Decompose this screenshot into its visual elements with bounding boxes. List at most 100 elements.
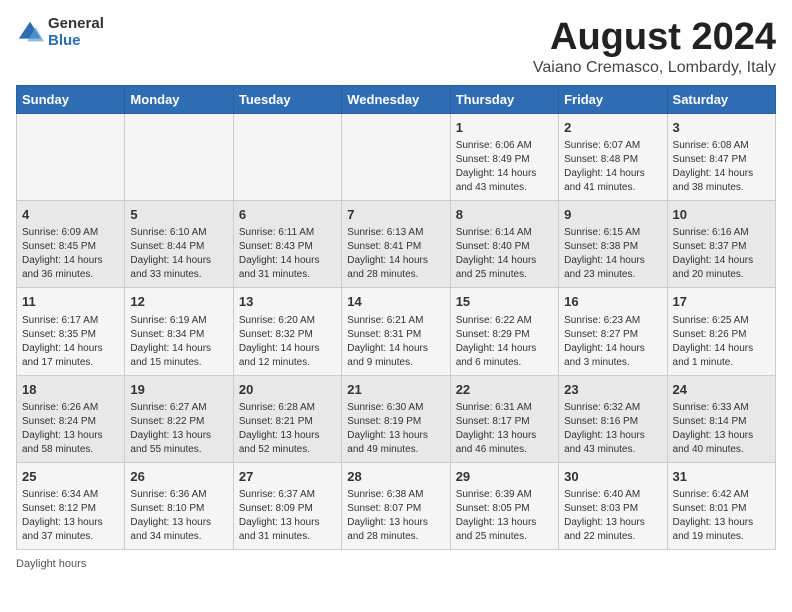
calendar-cell: 28 Sunrise: 6:38 AM Sunset: 8:07 PM Dayli… [342, 462, 450, 549]
day-number: 5 [130, 206, 227, 224]
calendar-cell: 18Sunrise: 6:26 AM Sunset: 8:24 PM Dayli… [17, 375, 125, 462]
day-number: 22 [456, 381, 553, 399]
calendar-cell: 29 Sunrise: 6:39 AM Sunset: 8:05 PM Dayli… [450, 462, 558, 549]
day-number: 19 [130, 381, 227, 399]
day-info: Sunrise: 6:17 AM Sunset: 8:35 PM Dayligh… [22, 314, 119, 370]
calendar-cell: 10 Sunrise: 6:16 AM Sunset: 8:37 PM Dayli… [667, 201, 775, 288]
calendar-cell: 19 Sunrise: 6:27 AM Sunset: 8:22 PM Dayli… [125, 375, 233, 462]
calendar-cell: 30 Sunrise: 6:40 AM Sunset: 8:03 PM Dayli… [559, 462, 667, 549]
day-info: Sunrise: 6:33 AM Sunset: 8:14 PM Dayligh… [673, 401, 770, 457]
footer-text: Daylight hours [16, 558, 86, 570]
header-day-friday: Friday [559, 86, 667, 114]
day-number: 18 [22, 381, 119, 399]
day-number: 7 [347, 206, 444, 224]
calendar-cell [125, 114, 233, 201]
day-number: 30 [564, 468, 661, 486]
calendar-cell: 22 Sunrise: 6:31 AM Sunset: 8:17 PM Dayli… [450, 375, 558, 462]
day-number: 21 [347, 381, 444, 399]
day-number: 2 [564, 119, 661, 137]
logo: General Blue [16, 16, 104, 49]
header-row: SundayMondayTuesdayWednesdayThursdayFrid… [17, 86, 776, 114]
day-info: Sunrise: 6:16 AM Sunset: 8:37 PM Dayligh… [673, 226, 770, 282]
header-day-tuesday: Tuesday [233, 86, 341, 114]
calendar-cell: 21 Sunrise: 6:30 AM Sunset: 8:19 PM Dayli… [342, 375, 450, 462]
day-number: 23 [564, 381, 661, 399]
calendar-cell: 25 Sunrise: 6:34 AM Sunset: 8:12 PM Dayli… [17, 462, 125, 549]
day-number: 17 [673, 293, 770, 311]
calendar-cell: 24Sunrise: 6:33 AM Sunset: 8:14 PM Dayli… [667, 375, 775, 462]
day-number: 15 [456, 293, 553, 311]
day-number: 25 [22, 468, 119, 486]
week-row-3: 18Sunrise: 6:26 AM Sunset: 8:24 PM Dayli… [17, 375, 776, 462]
logo-icon [16, 19, 44, 47]
day-number: 6 [239, 206, 336, 224]
calendar-cell: 20 Sunrise: 6:28 AM Sunset: 8:21 PM Dayli… [233, 375, 341, 462]
day-number: 12 [130, 293, 227, 311]
day-number: 13 [239, 293, 336, 311]
day-info: Sunrise: 6:11 AM Sunset: 8:43 PM Dayligh… [239, 226, 336, 282]
calendar-header: SundayMondayTuesdayWednesdayThursdayFrid… [17, 86, 776, 114]
calendar-cell: 17Sunrise: 6:25 AM Sunset: 8:26 PM Dayli… [667, 288, 775, 375]
header-day-saturday: Saturday [667, 86, 775, 114]
day-number: 29 [456, 468, 553, 486]
day-info: Sunrise: 6:06 AM Sunset: 8:49 PM Dayligh… [456, 139, 553, 195]
calendar-cell: 26 Sunrise: 6:36 AM Sunset: 8:10 PM Dayli… [125, 462, 233, 549]
calendar-cell: 7 Sunrise: 6:13 AM Sunset: 8:41 PM Daylig… [342, 201, 450, 288]
day-number: 27 [239, 468, 336, 486]
logo-blue-text: Blue [48, 33, 104, 50]
day-info: Sunrise: 6:27 AM Sunset: 8:22 PM Dayligh… [130, 401, 227, 457]
day-number: 3 [673, 119, 770, 137]
subtitle: Vaiano Cremasco, Lombardy, Italy [533, 59, 776, 77]
day-info: Sunrise: 6:22 AM Sunset: 8:29 PM Dayligh… [456, 314, 553, 370]
day-info: Sunrise: 6:09 AM Sunset: 8:45 PM Dayligh… [22, 226, 119, 282]
calendar-cell [233, 114, 341, 201]
day-number: 26 [130, 468, 227, 486]
calendar-cell: 15 Sunrise: 6:22 AM Sunset: 8:29 PM Dayli… [450, 288, 558, 375]
header-day-monday: Monday [125, 86, 233, 114]
day-number: 28 [347, 468, 444, 486]
footer: Daylight hours [16, 558, 776, 570]
day-info: Sunrise: 6:32 AM Sunset: 8:16 PM Dayligh… [564, 401, 661, 457]
day-info: Sunrise: 6:38 AM Sunset: 8:07 PM Dayligh… [347, 488, 444, 544]
calendar-cell: 6 Sunrise: 6:11 AM Sunset: 8:43 PM Daylig… [233, 201, 341, 288]
day-info: Sunrise: 6:20 AM Sunset: 8:32 PM Dayligh… [239, 314, 336, 370]
day-info: Sunrise: 6:13 AM Sunset: 8:41 PM Dayligh… [347, 226, 444, 282]
week-row-1: 4Sunrise: 6:09 AM Sunset: 8:45 PM Daylig… [17, 201, 776, 288]
calendar-cell: 23 Sunrise: 6:32 AM Sunset: 8:16 PM Dayli… [559, 375, 667, 462]
calendar-cell: 2Sunrise: 6:07 AM Sunset: 8:48 PM Daylig… [559, 114, 667, 201]
title-area: August 2024 Vaiano Cremasco, Lombardy, I… [533, 16, 776, 77]
day-info: Sunrise: 6:31 AM Sunset: 8:17 PM Dayligh… [456, 401, 553, 457]
header-day-sunday: Sunday [17, 86, 125, 114]
day-info: Sunrise: 6:42 AM Sunset: 8:01 PM Dayligh… [673, 488, 770, 544]
header: General Blue August 2024 Vaiano Cremasco… [16, 16, 776, 77]
day-info: Sunrise: 6:08 AM Sunset: 8:47 PM Dayligh… [673, 139, 770, 195]
day-info: Sunrise: 6:19 AM Sunset: 8:34 PM Dayligh… [130, 314, 227, 370]
day-info: Sunrise: 6:36 AM Sunset: 8:10 PM Dayligh… [130, 488, 227, 544]
day-info: Sunrise: 6:14 AM Sunset: 8:40 PM Dayligh… [456, 226, 553, 282]
logo-general-text: General [48, 16, 104, 33]
week-row-0: 1 Sunrise: 6:06 AM Sunset: 8:49 PM Daylig… [17, 114, 776, 201]
calendar-cell: 5Sunrise: 6:10 AM Sunset: 8:44 PM Daylig… [125, 201, 233, 288]
header-day-wednesday: Wednesday [342, 86, 450, 114]
day-number: 16 [564, 293, 661, 311]
day-info: Sunrise: 6:23 AM Sunset: 8:27 PM Dayligh… [564, 314, 661, 370]
day-number: 8 [456, 206, 553, 224]
day-number: 10 [673, 206, 770, 224]
day-number: 1 [456, 119, 553, 137]
day-number: 31 [673, 468, 770, 486]
calendar-cell: 8 Sunrise: 6:14 AM Sunset: 8:40 PM Daylig… [450, 201, 558, 288]
day-info: Sunrise: 6:28 AM Sunset: 8:21 PM Dayligh… [239, 401, 336, 457]
day-number: 14 [347, 293, 444, 311]
day-info: Sunrise: 6:39 AM Sunset: 8:05 PM Dayligh… [456, 488, 553, 544]
calendar-cell: 12 Sunrise: 6:19 AM Sunset: 8:34 PM Dayli… [125, 288, 233, 375]
logo-text: General Blue [48, 16, 104, 49]
day-info: Sunrise: 6:37 AM Sunset: 8:09 PM Dayligh… [239, 488, 336, 544]
day-number: 20 [239, 381, 336, 399]
calendar-table: SundayMondayTuesdayWednesdayThursdayFrid… [16, 85, 776, 550]
main-title: August 2024 [533, 16, 776, 59]
day-info: Sunrise: 6:30 AM Sunset: 8:19 PM Dayligh… [347, 401, 444, 457]
day-info: Sunrise: 6:40 AM Sunset: 8:03 PM Dayligh… [564, 488, 661, 544]
week-row-4: 25 Sunrise: 6:34 AM Sunset: 8:12 PM Dayli… [17, 462, 776, 549]
calendar-cell: 1 Sunrise: 6:06 AM Sunset: 8:49 PM Daylig… [450, 114, 558, 201]
day-info: Sunrise: 6:34 AM Sunset: 8:12 PM Dayligh… [22, 488, 119, 544]
